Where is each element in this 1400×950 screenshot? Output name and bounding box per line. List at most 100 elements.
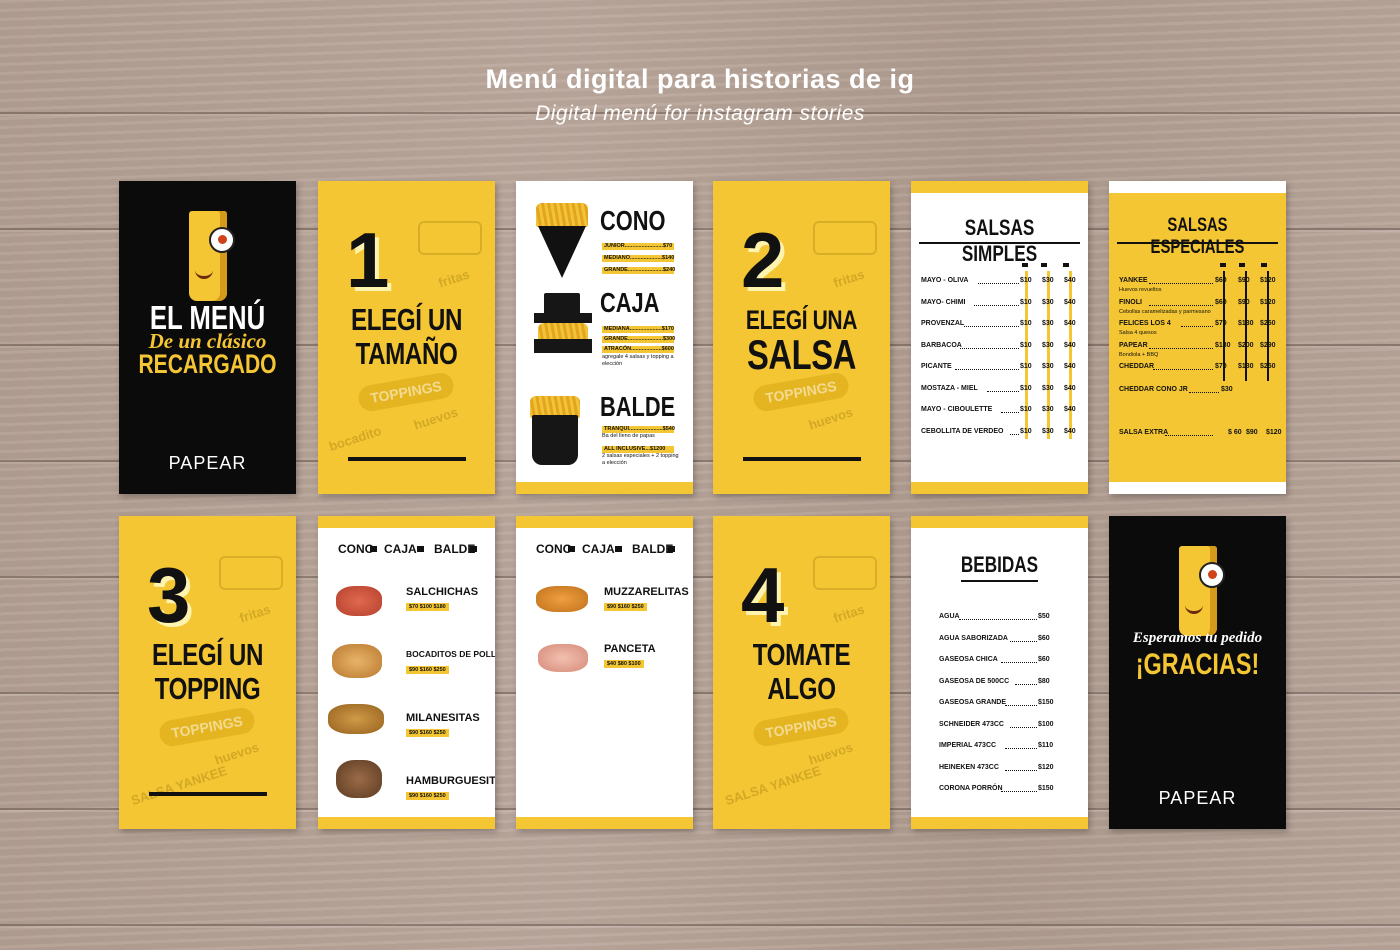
- box-icon: [544, 293, 580, 315]
- step1-line1: ELEGÍ UN: [350, 302, 463, 337]
- step3-line1: ELEGÍ UN: [151, 637, 264, 672]
- cono-icon: [1022, 263, 1028, 267]
- cono-icon: [568, 546, 575, 552]
- sauce-row: MAYO - OLIVA $10 $30 $40: [921, 277, 1076, 284]
- sauce-row: MAYO- CHIMI $10 $30 $40: [921, 298, 1076, 306]
- toppings-badge: TOPPINGS: [751, 705, 851, 749]
- bebidas-title: BEBIDAS: [960, 552, 1039, 577]
- caja-note: agregale 4 salsas y topping a elección: [602, 354, 674, 367]
- balde-icon: [470, 546, 477, 552]
- balde-note: Ba del lleno de papas: [602, 433, 655, 439]
- balde-price-tranqui: TRANQUI......................$540: [602, 426, 675, 433]
- topping-name: HAMBURGUESITAS: [406, 775, 495, 787]
- story-toppings-a: CONO CAJA BALDE SALCHICHAS $70 $100 $180 B…: [318, 516, 495, 829]
- cono-price-mediano: MEDIANO.....................$140: [602, 255, 675, 262]
- step1-line2: TAMAÑO: [355, 336, 458, 371]
- cono-price-grande: GRANDE.......................$240: [602, 267, 676, 274]
- salchichas-image: [336, 586, 382, 616]
- sauce-row: CHEDDAR $70 $130 $250: [1119, 363, 1276, 370]
- caja-price-atracon: ATRACÓN....................$600: [602, 346, 674, 353]
- salsas-simples-title: SALSAS SIMPLES: [961, 215, 1038, 266]
- topping-prices: $90 $160 $250: [406, 666, 449, 674]
- cono-icon: [370, 546, 377, 552]
- caja-icon: [417, 546, 424, 552]
- step4-line2: ALGO: [767, 671, 836, 706]
- hamburguesitas-image: [336, 760, 382, 798]
- story-salsas-simples: SALSAS SIMPLES MAYO - OLIVA $10 $30 $40 MAYO…: [911, 181, 1088, 494]
- cono-price-junior: JUNIOR.........................$70: [602, 243, 674, 250]
- step3-number: 3: [147, 551, 191, 639]
- sauce-row: BARBACOA $10 $30 $40: [921, 341, 1076, 349]
- story-salsas-especiales: SALSAS ESPECIALES YANKEE $60 $90 $120 Huevos…: [1109, 181, 1286, 494]
- story-thanks: Esperamos tu pedido ¡GRACIAS! PAPEAR: [1109, 516, 1286, 829]
- topping-prices: $90 $160 $250: [406, 792, 449, 800]
- sauce-row: PROVENZAL $10 $30 $40: [921, 320, 1076, 327]
- sauce-row: MOSTAZA - MIEL $10 $30 $40: [921, 384, 1076, 392]
- underline: [149, 792, 267, 796]
- step2-line2: SALSA: [746, 331, 857, 378]
- balde-price-all-inclusive: ALL INCLUSIVE...$1200: [602, 446, 674, 453]
- story-sizes: CONO JUNIOR.........................$70 …: [516, 181, 693, 494]
- drink-row: AGUA SABORIZADA $60: [939, 634, 1050, 642]
- sauce-row: CEBOLLITA DE VERDEO $10 $30 $40: [921, 427, 1076, 435]
- sauce-row: CHEDDAR CONO JR $30: [1119, 386, 1233, 393]
- caja-icon: [1239, 263, 1245, 267]
- step2-number: 2: [741, 216, 785, 304]
- size-balde-title: BALDE: [600, 391, 676, 422]
- muzzarelitas-image: [536, 586, 588, 612]
- step3-line2: TOPPING: [154, 671, 261, 706]
- topping-name: BOCADITOS DE POLLO: [406, 649, 495, 659]
- drink-row: IMPERIAL 473CC $110: [939, 742, 1054, 749]
- topping-prices: $70 $100 $180: [406, 603, 449, 611]
- caja-price-grande: GRANDE.......................$300: [602, 336, 676, 343]
- topping-name: SALCHICHAS: [406, 586, 479, 598]
- story-step1: fritas bocadito huevos 1 ELEGÍ UN TAMAÑO…: [318, 181, 495, 494]
- story-step4: fritas huevos SALSA YANKEE 4 TOMATE ALGO…: [713, 516, 890, 829]
- cover-line3: RECARGADO: [138, 349, 277, 379]
- drink-row: AGUA $50: [939, 613, 1050, 620]
- header-subtitle: Digital menú for instagram stories: [535, 102, 865, 125]
- drink-row: SCHNEIDER 473CC $100: [939, 720, 1054, 728]
- sauce-description: Salsa 4 quesos: [1119, 330, 1157, 336]
- sauce-description: Huevos revueltos: [1119, 287, 1162, 293]
- balde-icon: [1063, 263, 1069, 267]
- topping-prices: $90 $160 $250: [406, 729, 449, 737]
- tab-caja: CAJA: [384, 542, 417, 556]
- balde-icon: [668, 546, 675, 552]
- cone-icon: [538, 226, 586, 278]
- size-caja-title: CAJA: [600, 287, 660, 318]
- tab-caja: CAJA: [582, 542, 615, 556]
- caja-icon: [615, 546, 622, 552]
- topping-name: MILANESITAS: [406, 712, 480, 724]
- story-step2: fritas huevos 2 ELEGÍ UNA SALSA TOPPINGS: [713, 181, 890, 494]
- papear-logo: PAPEAR: [1158, 788, 1237, 808]
- underline: [348, 457, 466, 461]
- drink-row: HEINEKEN 473CC $120: [939, 763, 1054, 771]
- drink-row: GASEOSA DE 500CC $80: [939, 677, 1050, 685]
- tab-cono: CONO: [536, 542, 572, 556]
- cono-icon: [1220, 263, 1226, 267]
- story-bebidas: BEBIDAS AGUA $50 AGUA SABORIZADA $60 GASEOSA…: [911, 516, 1088, 829]
- story-step3: fritas huevos SALSA YANKEE 3 ELEGÍ UN TO…: [119, 516, 296, 829]
- drink-row: CORONA PORRÓN $150: [939, 785, 1054, 792]
- sauce-row: SALSA EXTRA $ 60 $90 $120: [1119, 429, 1282, 436]
- fry-mascot-icon: [1179, 546, 1225, 636]
- sauce-row: MAYO - CIBOULETTE $10 $30 $40: [921, 406, 1076, 413]
- sauce-description: Cebollas caramelizadas y parmesano: [1119, 308, 1211, 315]
- bocaditos-image: [332, 644, 382, 678]
- size-cono-title: CONO: [600, 205, 666, 236]
- underline: [743, 457, 861, 461]
- papear-logo: PAPEAR: [168, 453, 247, 473]
- story-cover: EL MENÚ De un clásico RECARGADO PAPEAR: [119, 181, 296, 494]
- story-toppings-b: CONO CAJA BALDE MUZZARELITAS $90 $160 $25…: [516, 516, 693, 829]
- tab-cono: CONO: [338, 542, 374, 556]
- topping-prices: $40 $80 $100: [604, 660, 644, 668]
- salsas-especiales-title: SALSAS ESPECIALES: [1150, 215, 1245, 258]
- thanks-line2: ¡GRACIAS!: [1135, 648, 1260, 681]
- header-title: Menú digital para historias de ig: [485, 64, 915, 94]
- balde-note2: 2 salsas especiales + 2 topping a elecci…: [602, 453, 679, 466]
- step4-line1: TOMATE: [752, 637, 851, 672]
- topping-name: PANCETA: [604, 643, 656, 655]
- balde-icon: [1261, 263, 1267, 267]
- topping-prices: $90 $160 $250: [604, 603, 647, 611]
